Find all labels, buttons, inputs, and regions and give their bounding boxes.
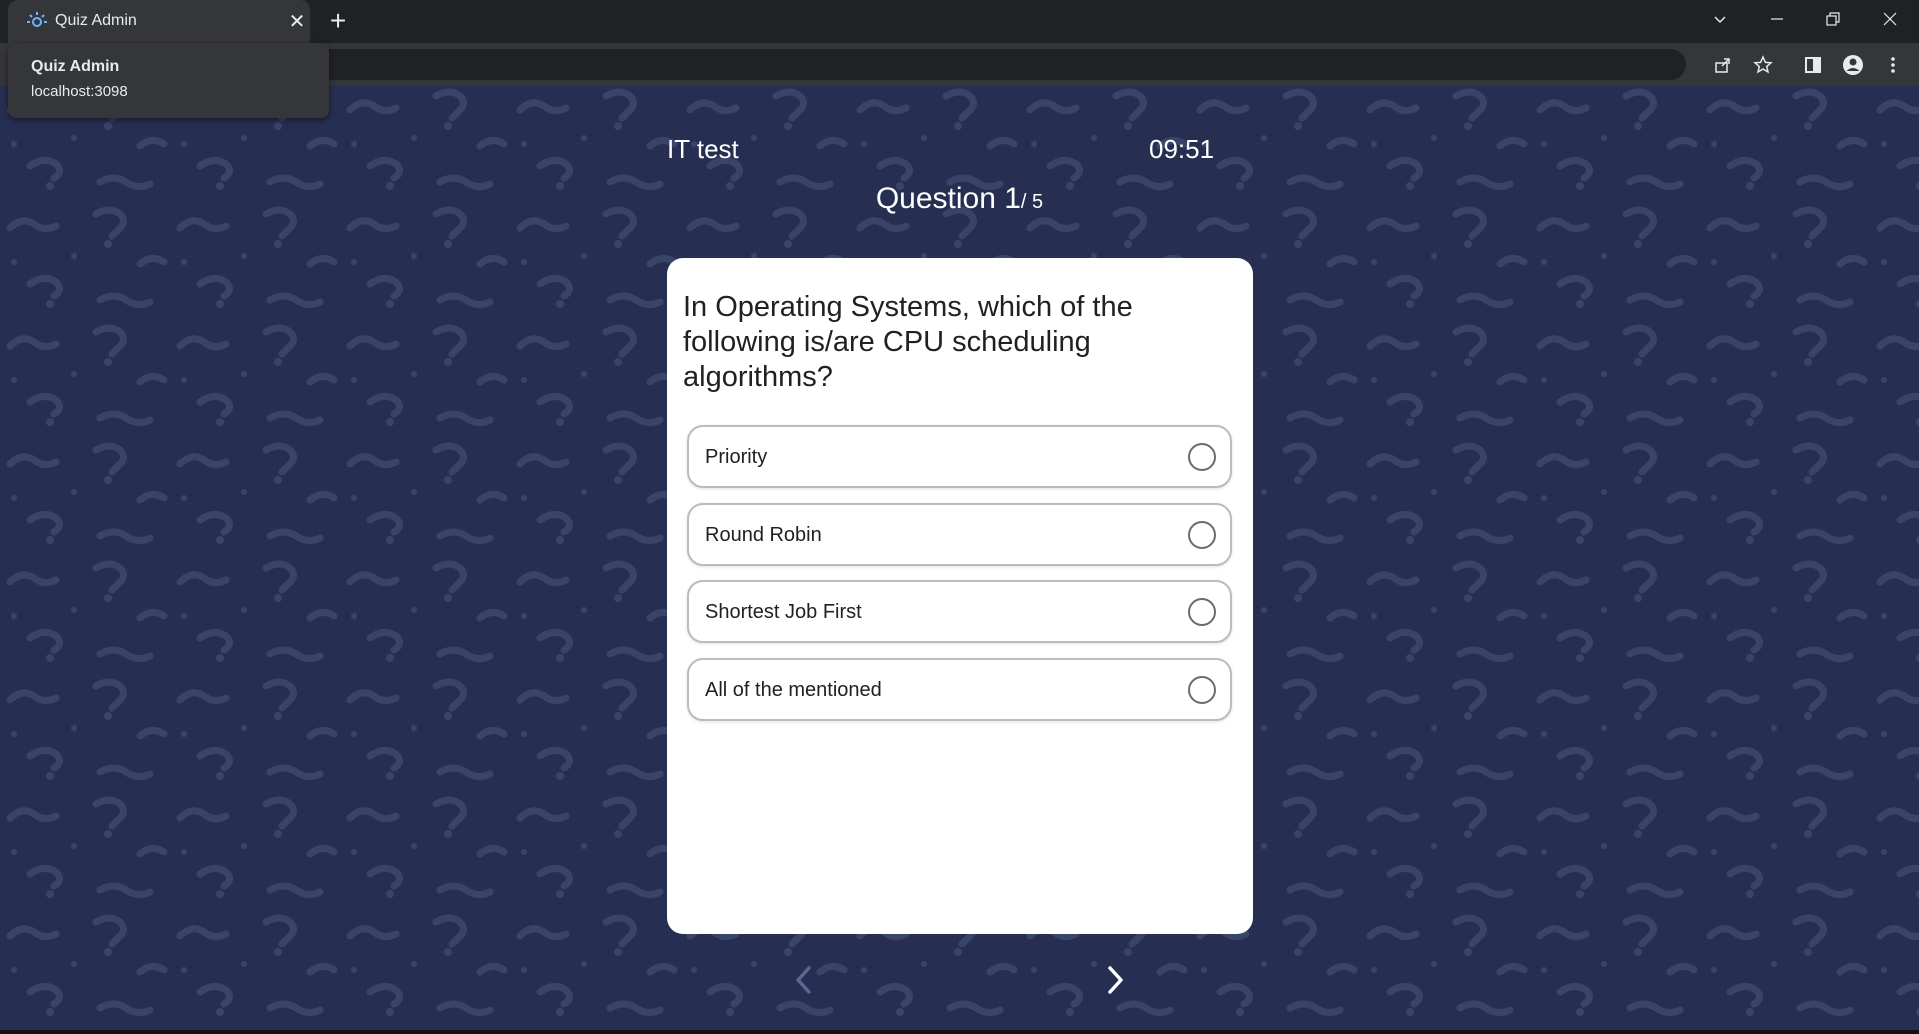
question-text: In Operating Systems, which of the follo… bbox=[683, 291, 1133, 393]
question-total: / 5 bbox=[1020, 191, 1044, 213]
question-number: Question 1 bbox=[875, 182, 1021, 215]
quiz-name: IT test bbox=[667, 134, 739, 164]
tab-title: Quiz Admin bbox=[55, 12, 137, 29]
answer-option-round-robin[interactable]: Round Robin bbox=[687, 503, 1232, 566]
question-card: In Operating Systems, which of the follo… bbox=[667, 258, 1253, 934]
chevron-right-icon bbox=[1108, 966, 1123, 994]
next-question-button[interactable] bbox=[1101, 962, 1129, 998]
answer-option-label: Round Robin bbox=[705, 524, 822, 546]
radio-button[interactable] bbox=[1188, 443, 1216, 471]
answer-option-priority[interactable]: Priority bbox=[687, 425, 1232, 488]
menu-kebab-icon[interactable] bbox=[1881, 53, 1905, 77]
new-tab-button[interactable]: + bbox=[325, 7, 351, 35]
quiz-timer: 09:51 bbox=[1149, 134, 1215, 164]
tab-search-icon[interactable] bbox=[1700, 6, 1740, 36]
radio-button[interactable] bbox=[1188, 598, 1216, 626]
favicon-icon bbox=[25, 10, 49, 34]
answer-option-label: Priority bbox=[705, 446, 768, 468]
question-counter: Question 1/ 5 bbox=[0, 182, 1919, 216]
browser-tab[interactable]: Quiz Admin ✕ bbox=[8, 0, 310, 43]
profile-icon[interactable] bbox=[1841, 53, 1865, 77]
chevron-left-icon bbox=[796, 966, 811, 994]
window-close-icon[interactable] bbox=[1870, 6, 1910, 36]
bottom-border bbox=[0, 1030, 1919, 1034]
answer-option-all-of-the-mentioned[interactable]: All of the mentioned bbox=[687, 658, 1232, 721]
tab-close-icon[interactable]: ✕ bbox=[286, 11, 308, 33]
page-viewport: IT test 09:51 Question 1/ 5 In Operating… bbox=[0, 86, 1919, 1030]
address-bar[interactable] bbox=[296, 49, 1686, 80]
previous-question-button[interactable] bbox=[790, 962, 818, 998]
tab-strip: Quiz Admin ✕ + bbox=[0, 0, 1919, 43]
side-panel-icon[interactable] bbox=[1801, 53, 1825, 77]
bookmark-star-icon[interactable] bbox=[1751, 53, 1775, 77]
radio-button[interactable] bbox=[1188, 676, 1216, 704]
answer-option-label: Shortest Job First bbox=[705, 601, 862, 623]
answer-option-shortest-job-first[interactable]: Shortest Job First bbox=[687, 580, 1232, 643]
answer-option-label: All of the mentioned bbox=[705, 679, 882, 701]
restore-icon[interactable] bbox=[1813, 6, 1853, 36]
share-icon[interactable] bbox=[1711, 53, 1735, 77]
tab-hover-card: Quiz Admin localhost:3098 bbox=[8, 43, 329, 118]
hover-card-title: Quiz Admin bbox=[31, 58, 120, 75]
hover-card-url: localhost:3098 bbox=[31, 83, 128, 100]
minimize-icon[interactable] bbox=[1757, 6, 1797, 36]
radio-button[interactable] bbox=[1188, 521, 1216, 549]
